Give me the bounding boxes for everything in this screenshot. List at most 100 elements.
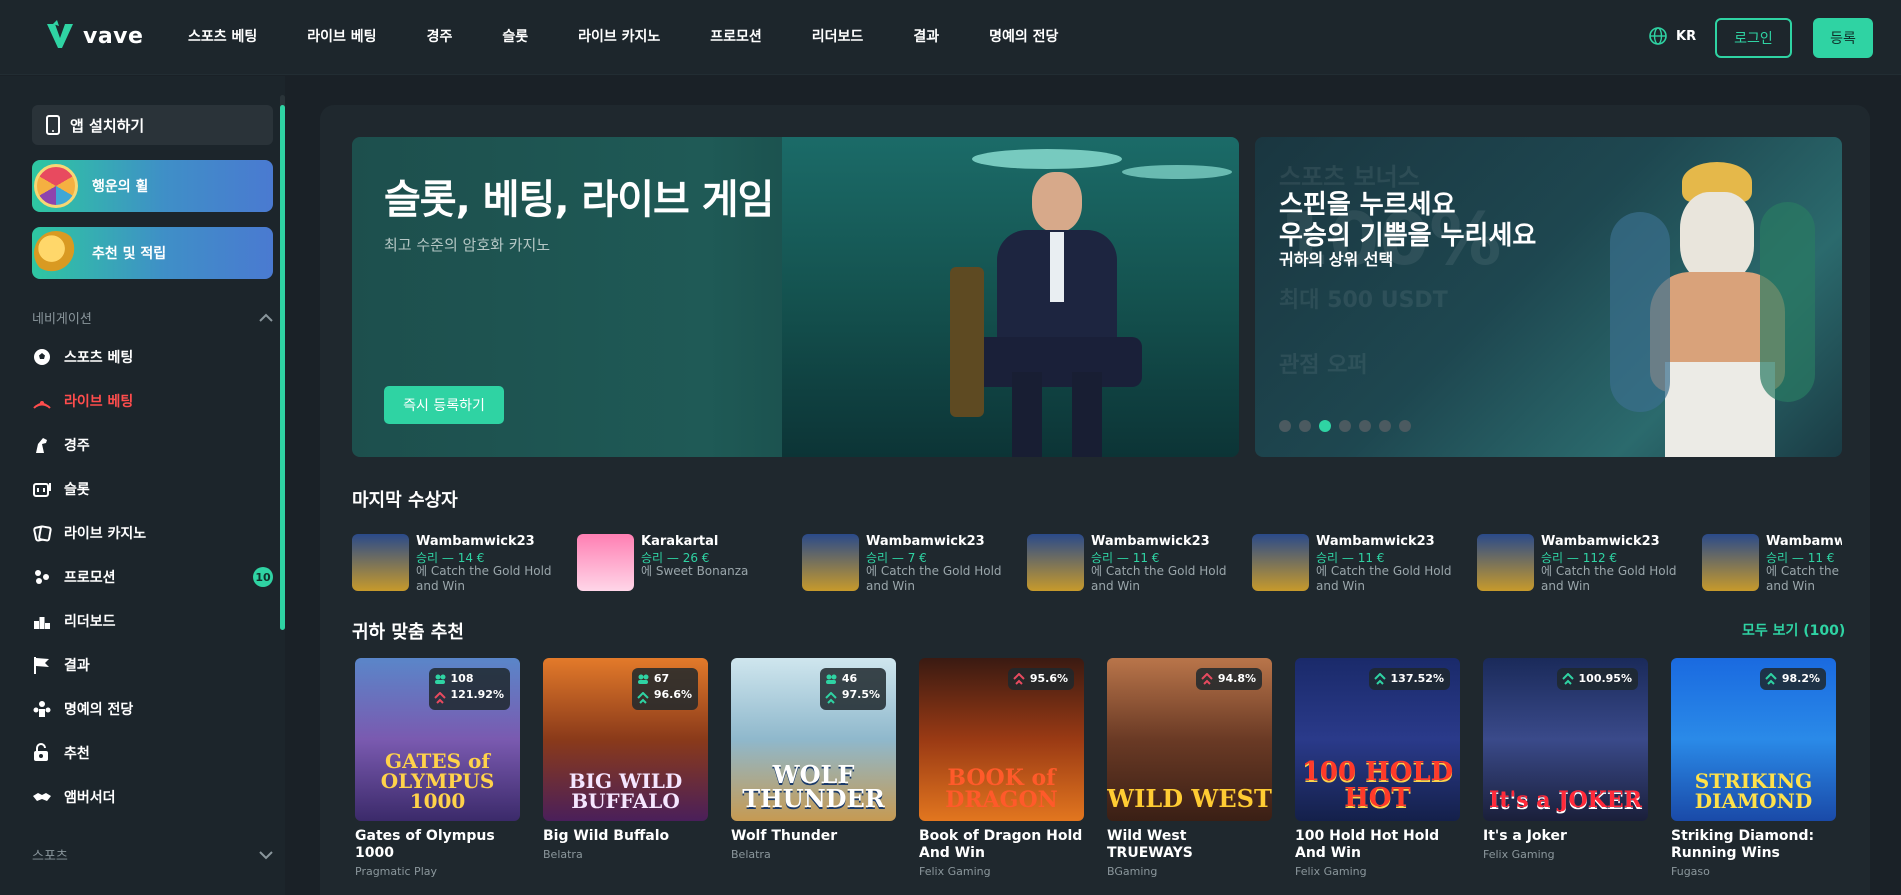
winner-game: 에 Catch the Gold Hold and Win <box>1541 564 1677 593</box>
game-tile[interactable]: 137.52% 100 HOLD HOT <box>1295 658 1460 821</box>
nav-sports-betting[interactable]: 스포츠 베팅 <box>188 26 257 46</box>
wheel-of-fortune-card[interactable]: 행운의 휠 <box>32 160 273 212</box>
sidebar-item-live-casino[interactable]: 라이브 카지노 <box>32 523 273 543</box>
game-title: Gates of Olympus 1000 <box>355 828 495 861</box>
sidebar-item-promotions[interactable]: 프로모션 10 <box>32 567 273 587</box>
sidebar-item-referral[interactable]: 추천 <box>32 743 273 763</box>
sidebar-item-label: 스포츠 베팅 <box>64 350 134 366</box>
winner-item[interactable]: Karakartal 승리 — 26 € 에 Sweet Bonanza <box>577 534 787 592</box>
sidebar-item-live-betting[interactable]: 라이브 베팅 <box>32 391 273 411</box>
nav-hall-of-fame[interactable]: 명예의 전당 <box>989 26 1058 46</box>
promotions-count-badge: 10 <box>253 567 273 587</box>
nav-live-casino[interactable]: 라이브 카지노 <box>578 26 660 46</box>
players-count: 67 <box>653 672 670 685</box>
slot-machine-icon <box>33 483 51 497</box>
game-card[interactable]: 94.8% WILD WEST Wild West TRUEWAYS BGami… <box>1107 658 1272 878</box>
language-selector[interactable]: KR <box>1648 26 1696 46</box>
carousel-dot-active[interactable] <box>1319 420 1331 432</box>
nav-slots[interactable]: 슬롯 <box>502 26 528 46</box>
winner-item[interactable]: Wambamwick23 승리 — 11 € 에 Catch the Gold … <box>1252 534 1462 593</box>
game-thumbnail <box>802 534 859 591</box>
sidebar-item-hall-of-fame[interactable]: 명예의 전당 <box>32 699 273 719</box>
game-thumbnail <box>1027 534 1084 591</box>
game-card[interactable]: 108 121.92% GATES of OLYMPUS 1000 Gates … <box>355 658 520 878</box>
sidebar-scrollbar-thumb[interactable] <box>280 105 285 630</box>
nav-promotions[interactable]: 프로모션 <box>710 26 762 46</box>
carousel-dot[interactable] <box>1379 420 1391 432</box>
game-title: Wild West TRUEWAYS <box>1107 828 1193 861</box>
game-stats-badge: 137.52% <box>1368 668 1450 690</box>
logo[interactable]: vave <box>45 20 143 52</box>
sports-section-header[interactable]: 스포츠 <box>32 845 273 864</box>
carousel-dot[interactable] <box>1299 420 1311 432</box>
nav-racing[interactable]: 경주 <box>427 26 453 46</box>
sidebar-item-racing[interactable]: 경주 <box>32 435 273 455</box>
game-card[interactable]: 98.2% STRIKING DIAMOND Striking Diamond:… <box>1671 658 1836 878</box>
game-tile[interactable]: 100.95% It's a JOKER <box>1483 658 1648 821</box>
game-tile[interactable]: 46 97.5% WOLF THUNDER <box>731 658 896 821</box>
live-signal-icon <box>33 401 51 409</box>
game-thumbnail <box>352 534 409 591</box>
sidebar-item-slots[interactable]: 슬롯 <box>32 479 273 499</box>
game-stats-badge: 95.6% <box>1007 668 1074 690</box>
register-button[interactable]: 등록 <box>1813 18 1873 58</box>
rtp-value: 100.95% <box>1578 672 1632 685</box>
sidebar-item-sports-betting[interactable]: 스포츠 베팅 <box>32 347 273 367</box>
sidebar-item-leaderboard[interactable]: 리더보드 <box>32 611 273 631</box>
game-tile[interactable]: 108 121.92% GATES of OLYMPUS 1000 <box>355 658 520 821</box>
login-button[interactable]: 로그인 <box>1715 18 1792 58</box>
game-title: Wolf Thunder <box>731 828 838 844</box>
carousel-dots <box>1279 420 1411 432</box>
sidebar-item-results[interactable]: 결과 <box>32 655 273 675</box>
carousel-dot[interactable] <box>1279 420 1291 432</box>
chevron-down-icon <box>259 850 273 859</box>
man-in-suit-figure <box>972 172 1142 457</box>
carousel-dot[interactable] <box>1399 420 1411 432</box>
game-card[interactable]: 95.6% BOOK of DRAGON Book of Dragon Hold… <box>919 658 1084 878</box>
nav-live-betting[interactable]: 라이브 베팅 <box>307 26 376 46</box>
game-provider: Felix Gaming <box>1295 865 1367 878</box>
winner-item[interactable]: Wambamwick23 승리 — 112 € 에 Catch the Gold… <box>1477 534 1687 593</box>
rtp-value: 98.2% <box>1781 672 1820 685</box>
game-tile[interactable]: 94.8% WILD WEST <box>1107 658 1272 821</box>
game-card[interactable]: 137.52% 100 HOLD HOT 100 Hold Hot Hold A… <box>1295 658 1460 878</box>
winner-item[interactable]: Wambamwick23 승리 — 14 € 에 Catch the Gold … <box>352 534 562 593</box>
rtp-icon <box>637 692 649 704</box>
game-title: Striking Diamond: Running Wins <box>1671 828 1815 861</box>
game-title: 100 Hold Hot Hold And Win <box>1295 828 1440 861</box>
rtp-value: 94.8% <box>1217 672 1256 685</box>
winner-item[interactable]: Wambamwick23 승리 — 7 € 에 Catch the Gold H… <box>802 534 1012 593</box>
game-tile[interactable]: 67 96.6% BIG WILD BUFFALO <box>543 658 708 821</box>
sidebar-item-ambassador[interactable]: 앰버서더 <box>32 787 273 807</box>
nav-leaderboard[interactable]: 리더보드 <box>812 26 864 46</box>
main-nav: 스포츠 베팅 라이브 베팅 경주 슬롯 라이브 카지노 프로모션 리더보드 결과… <box>188 26 1108 46</box>
see-all-link[interactable]: 모두 보기 (100) <box>1742 620 1845 640</box>
rtp-value: 121.92% <box>450 688 504 701</box>
hero-banner[interactable]: 슬롯, 베팅, 라이브 게임 최고 수준의 암호화 카지노 즉시 등록하기 <box>352 137 1239 457</box>
game-tile[interactable]: 98.2% STRIKING DIAMOND <box>1671 658 1836 821</box>
promo-carousel[interactable]: 스포츠 보너스 100% 최대 500 USDT 관점 오퍼 스핀을 누르세요 … <box>1255 137 1842 457</box>
nav-section-header[interactable]: 네비게이션 <box>32 308 273 327</box>
zeus-figure <box>1610 162 1820 457</box>
winner-name: Wambamwick23 <box>1091 534 1210 549</box>
app-install-button[interactable]: 앱 설치하기 <box>32 105 273 145</box>
winner-item[interactable]: Wambamwick23 승리 — 11 € 에 Catch the Gold … <box>1027 534 1237 593</box>
carousel-dot[interactable] <box>1359 420 1371 432</box>
players-icon <box>434 674 446 684</box>
wheel-of-fortune-label: 행운의 휠 <box>92 179 149 195</box>
game-card[interactable]: 67 96.6% BIG WILD BUFFALO Big Wild Buffa… <box>543 658 708 861</box>
winner-item[interactable]: Wambamwi 승리 — 11 € 에 Catch the and Win <box>1702 534 1842 592</box>
referral-earn-card[interactable]: 추천 및 적립 <box>32 227 273 279</box>
game-card[interactable]: 100.95% It's a JOKER It's a Joker Felix … <box>1483 658 1648 861</box>
game-tile[interactable]: 95.6% BOOK of DRAGON <box>919 658 1084 821</box>
nav-results[interactable]: 결과 <box>913 26 939 46</box>
carousel-dot[interactable] <box>1339 420 1351 432</box>
sidebar-item-label: 리더보드 <box>64 614 116 630</box>
game-provider: Felix Gaming <box>1483 848 1555 861</box>
winner-game: 에 Sweet Bonanza <box>641 564 749 578</box>
winner-game: 에 Catch the Gold Hold and Win <box>1091 564 1227 593</box>
register-now-button[interactable]: 즉시 등록하기 <box>384 386 504 424</box>
game-card[interactable]: 46 97.5% WOLF THUNDER Wolf Thunder Belat… <box>731 658 896 861</box>
game-stats-badge: 108 121.92% <box>428 668 510 710</box>
game-thumbnail <box>577 534 634 591</box>
